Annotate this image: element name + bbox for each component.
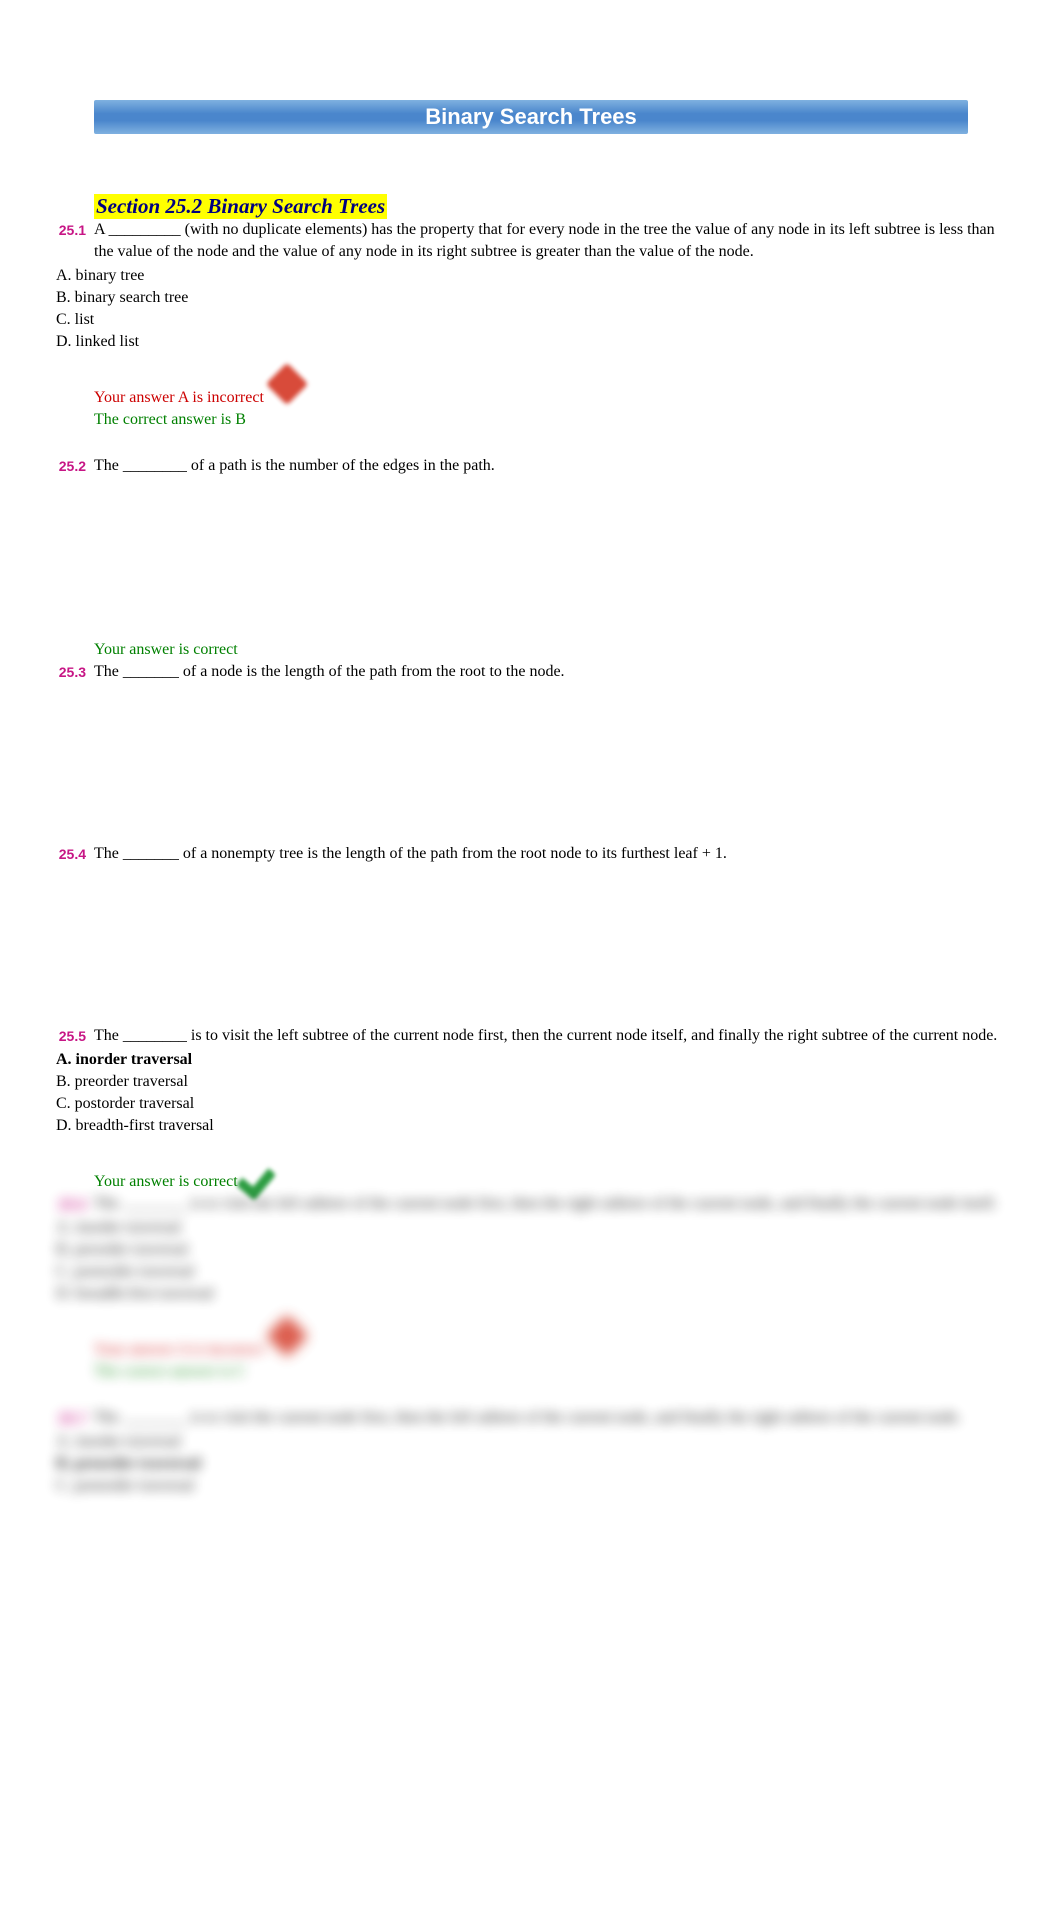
feedback-block: Your answer A is incorrect The correct a…	[94, 1315, 1006, 1383]
option-b[interactable]: B. preorder traversal	[56, 1071, 1006, 1093]
question-25-6: 25.6 The ________ is to visit the left s…	[56, 1193, 1006, 1383]
option-b[interactable]: B. preorder traversal	[56, 1239, 1006, 1261]
question-number: 25.7	[56, 1407, 94, 1429]
question-number: 25.1	[56, 219, 94, 241]
option-d[interactable]: D. linked list	[56, 331, 1006, 353]
cross-icon	[266, 363, 312, 409]
question-text: The ________ is to visit the left subtre…	[94, 1193, 1006, 1215]
question-number: 25.2	[56, 455, 94, 477]
option-a[interactable]: A. inorder traversal	[56, 1217, 1006, 1239]
question-options: A. binary tree B. binary search tree C. …	[56, 265, 1006, 353]
option-a[interactable]: A. inorder traversal	[56, 1431, 1006, 1453]
chapter-title-bar: Binary Search Trees	[94, 100, 968, 134]
question-25-1: 25.1 A _________ (with no duplicate elem…	[56, 219, 1006, 431]
question-text: The _______ of a nonempty tree is the le…	[94, 843, 1006, 865]
question-text: The ________ is to visit the current nod…	[94, 1407, 1006, 1429]
feedback-block: Your answer is correct	[94, 1147, 1006, 1193]
option-c[interactable]: C. postorder traversal	[56, 1475, 1006, 1497]
question-options: A. inorder traversal B. preorder travers…	[56, 1217, 1006, 1305]
question-options: A. inorder traversal B. preorder travers…	[56, 1049, 1006, 1137]
question-number: 25.5	[56, 1025, 94, 1047]
option-b[interactable]: B. preorder traversal	[56, 1453, 1006, 1475]
question-25-3: 25.3 The _______ of a node is the length…	[56, 661, 1006, 843]
section-heading-row: Section 25.2 Binary Search Trees	[56, 194, 1006, 219]
question-text: The _______ of a node is the length of t…	[94, 661, 1006, 683]
chapter-title: Binary Search Trees	[425, 104, 637, 129]
question-options: A. inorder traversal B. preorder travers…	[56, 1431, 1006, 1497]
option-b[interactable]: B. binary search tree	[56, 287, 1006, 309]
feedback-incorrect: Your answer A is incorrect	[94, 387, 264, 409]
check-icon	[240, 1147, 286, 1193]
option-c[interactable]: C. list	[56, 309, 1006, 331]
option-d[interactable]: D. breadth-first traversal	[56, 1283, 1006, 1305]
feedback-block: Your answer is correct	[94, 639, 1006, 661]
question-number: 25.6	[56, 1193, 94, 1215]
feedback-correct-answer: The correct answer is C	[94, 1361, 1006, 1383]
option-a[interactable]: A. inorder traversal	[56, 1049, 1006, 1071]
question-25-5: 25.5 The ________ is to visit the left s…	[56, 1025, 1006, 1193]
feedback-incorrect: Your answer A is incorrect	[94, 1339, 264, 1361]
option-a[interactable]: A. binary tree	[56, 265, 1006, 287]
option-c[interactable]: C. postorder traversal	[56, 1261, 1006, 1283]
option-c[interactable]: C. postorder traversal	[56, 1093, 1006, 1115]
feedback-correct: Your answer is correct	[94, 1171, 238, 1193]
question-text: A _________ (with no duplicate elements)…	[94, 219, 1006, 263]
feedback-block: Your answer A is incorrect The correct a…	[94, 363, 1006, 431]
quiz-page: Binary Search Trees Section 25.2 Binary …	[0, 0, 1062, 1931]
question-25-7: 25.7 The ________ is to visit the curren…	[56, 1407, 1006, 1497]
question-25-2: 25.2 The ________ of a path is the numbe…	[56, 455, 1006, 661]
question-25-4: 25.4 The _______ of a nonempty tree is t…	[56, 843, 1006, 1025]
cross-icon	[266, 1315, 312, 1361]
question-text: The ________ is to visit the left subtre…	[94, 1025, 1006, 1047]
question-number: 25.4	[56, 843, 94, 865]
option-d[interactable]: D. breadth-first traversal	[56, 1115, 1006, 1137]
feedback-correct-answer: The correct answer is B	[94, 409, 1006, 431]
feedback-correct: Your answer is correct	[94, 641, 238, 658]
section-heading: Section 25.2 Binary Search Trees	[94, 194, 387, 219]
question-text: The ________ of a path is the number of …	[94, 455, 1006, 477]
question-number: 25.3	[56, 661, 94, 683]
